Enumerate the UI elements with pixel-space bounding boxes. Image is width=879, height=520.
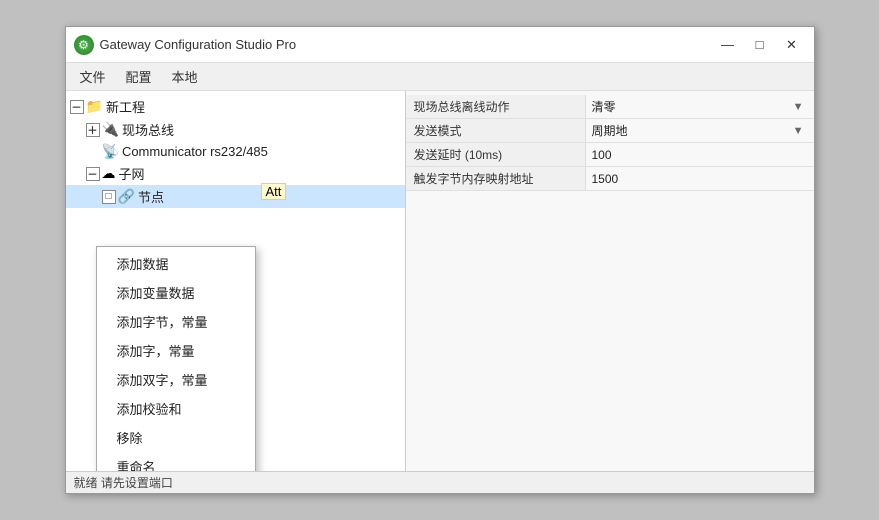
ctx-add-dword-const[interactable]: 添加双字，常量 — [97, 365, 255, 394]
context-menu: 添加数据 添加变量数据 添加字节，常量 添加字，常量 添加双字，常量 添加校验和… — [96, 246, 256, 471]
ctx-add-checksum[interactable]: 添加校验和 — [97, 394, 255, 423]
maximize-button[interactable]: □ — [746, 34, 774, 56]
prop-row-offline-action: 现场总线离线动作 清零 ▼ — [406, 95, 814, 119]
prop-value-send-mode[interactable]: 周期地 ▼ — [586, 119, 814, 142]
ctx-remove[interactable]: 移除 — [97, 423, 255, 452]
properties-panel: 现场总线离线动作 清零 ▼ 发送模式 周期地 ▼ — [406, 91, 814, 471]
node-label-bus: 现场总线 — [122, 120, 174, 139]
menu-item-config[interactable]: 配置 — [116, 64, 162, 89]
bus-icon: 🔌 — [102, 121, 119, 138]
prop-label-send-mode: 发送模式 — [406, 119, 586, 142]
expander-node[interactable]: □ — [102, 190, 116, 204]
close-button[interactable]: ✕ — [778, 34, 806, 56]
minimize-button[interactable]: — — [714, 34, 742, 56]
menu-item-local[interactable]: 本地 — [162, 64, 208, 89]
expander-bus[interactable]: ＋ — [86, 123, 100, 137]
tree-node-comm[interactable]: 📡 Communicator rs232/485 — [66, 141, 405, 162]
prop-row-send-mode: 发送模式 周期地 ▼ — [406, 119, 814, 143]
tree-node-node[interactable]: □ 🔗 节点 — [66, 185, 405, 208]
node-label-node: 节点 — [138, 187, 164, 206]
status-text: 就绪 请先设置端口 — [74, 474, 173, 491]
ctx-rename[interactable]: 重命名 — [97, 452, 255, 471]
att-label: Att — [261, 183, 287, 200]
expander-project[interactable]: － — [70, 100, 84, 114]
expander-subnet[interactable]: － — [86, 167, 100, 181]
prop-label-offline-action: 现场总线离线动作 — [406, 95, 586, 118]
prop-value-send-delay[interactable]: 100 — [586, 143, 814, 166]
dropdown-arrow-1: ▼ — [793, 125, 808, 137]
node-label-subnet: 子网 — [119, 164, 145, 183]
tree-node-bus[interactable]: ＋ 🔌 现场总线 — [66, 118, 405, 141]
prop-value-offline-action[interactable]: 清零 ▼ — [586, 95, 814, 118]
prop-label-trigger-addr: 触发字节内存映射地址 — [406, 167, 586, 190]
comm-icon: 📡 — [102, 143, 119, 160]
tree-node-project[interactable]: － 📁 新工程 — [66, 95, 405, 118]
node-icon: 🔗 — [118, 188, 135, 205]
prop-label-send-delay: 发送延时 (10ms) — [406, 143, 586, 166]
window-controls: — □ ✕ — [714, 34, 806, 56]
main-window: Gateway Configuration Studio Pro — □ ✕ 文… — [65, 26, 815, 494]
ctx-add-byte-const[interactable]: 添加字节，常量 — [97, 307, 255, 336]
window-title: Gateway Configuration Studio Pro — [100, 37, 714, 52]
cloud-icon: ☁ — [102, 165, 116, 182]
prop-value-trigger-addr[interactable]: 1500 — [586, 167, 814, 190]
ctx-add-var-data[interactable]: 添加变量数据 — [97, 278, 255, 307]
menu-bar: 文件 配置 本地 — [66, 63, 814, 91]
prop-row-send-delay: 发送延时 (10ms) 100 — [406, 143, 814, 167]
folder-icon: 📁 — [86, 98, 103, 115]
app-icon — [74, 35, 94, 55]
dropdown-arrow-0: ▼ — [793, 101, 808, 113]
prop-row-trigger-addr: 触发字节内存映射地址 1500 — [406, 167, 814, 191]
node-label-project: 新工程 — [106, 97, 145, 116]
ctx-add-data[interactable]: 添加数据 — [97, 249, 255, 278]
status-bar: 就绪 请先设置端口 — [66, 471, 814, 493]
content-area: － 📁 新工程 ＋ 🔌 现场总线 📡 Communicator rs232/48… — [66, 91, 814, 471]
tree-node-subnet[interactable]: － ☁ 子网 — [66, 162, 405, 185]
ctx-add-word-const[interactable]: 添加字，常量 — [97, 336, 255, 365]
tree-panel: － 📁 新工程 ＋ 🔌 现场总线 📡 Communicator rs232/48… — [66, 91, 406, 471]
menu-item-file[interactable]: 文件 — [70, 64, 116, 89]
title-bar: Gateway Configuration Studio Pro — □ ✕ — [66, 27, 814, 63]
node-label-comm: Communicator rs232/485 — [122, 144, 268, 159]
